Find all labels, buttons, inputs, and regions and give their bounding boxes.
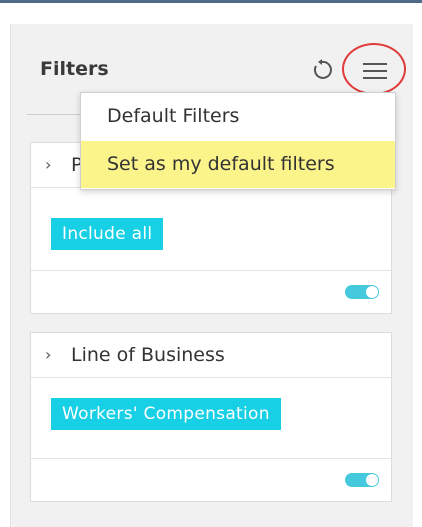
title-divider (27, 114, 87, 115)
toggle-knob (366, 474, 378, 486)
filter-card-footer (31, 458, 391, 501)
reset-icon[interactable] (310, 58, 334, 82)
menu-item-default-filters[interactable]: Default Filters (81, 93, 395, 140)
filters-options-menu: Default Filters Set as my default filter… (80, 92, 396, 190)
filter-card-footer (31, 270, 391, 313)
filter-card: › Line of Business Workers' Compensation (30, 332, 392, 502)
filter-toggle[interactable] (345, 285, 379, 299)
filter-chip[interactable]: Workers' Compensation (51, 398, 281, 430)
top-accent-bar (0, 0, 422, 3)
panel-title: Filters (40, 58, 109, 80)
annotation-circle (342, 43, 406, 95)
filter-card-header[interactable]: › Line of Business (31, 333, 391, 378)
filter-chip[interactable]: Include all (51, 218, 164, 250)
menu-item-set-default-filters[interactable]: Set as my default filters (81, 141, 395, 188)
filter-card-label: Line of Business (71, 344, 225, 366)
chevron-right-icon: › (45, 155, 52, 174)
toggle-knob (366, 286, 378, 298)
chevron-right-icon: › (45, 345, 52, 364)
filter-toggle[interactable] (345, 473, 379, 487)
